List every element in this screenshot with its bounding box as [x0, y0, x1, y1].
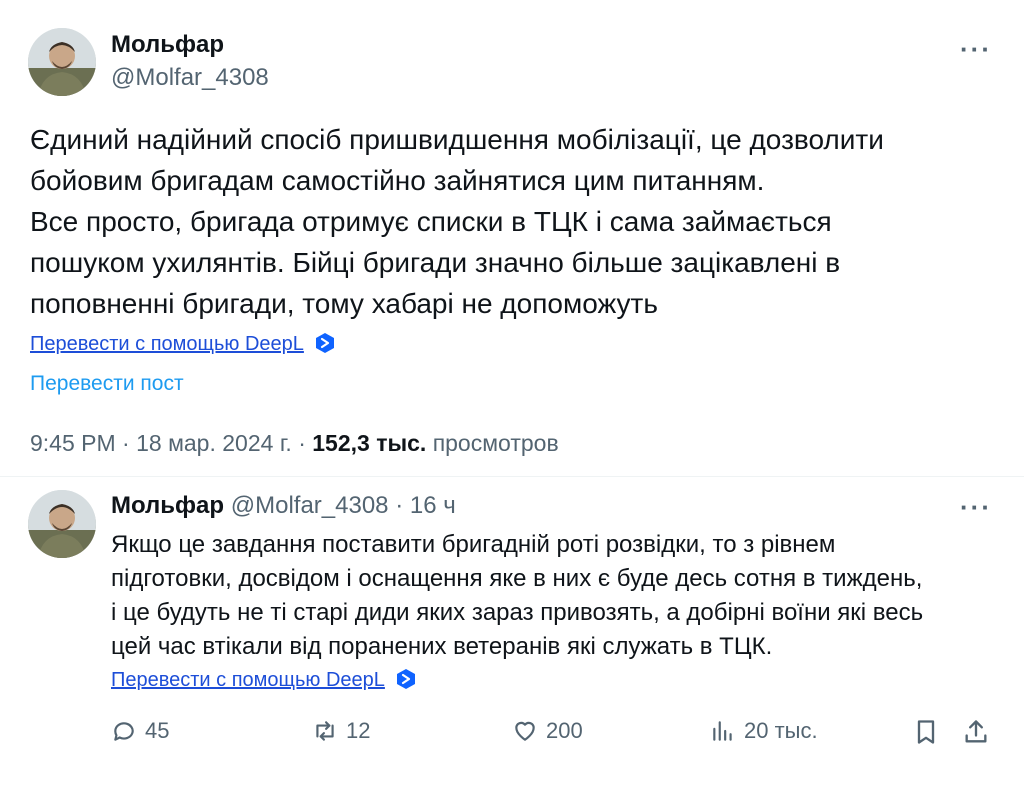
reply-more-icon[interactable]: ··· [960, 492, 992, 523]
like-count: 200 [546, 718, 583, 743]
deepl-translate[interactable]: Перевести с помощью DeepL [30, 332, 336, 356]
author-handle[interactable]: @Molfar_4308 [111, 64, 269, 92]
more-icon[interactable]: ··· [960, 34, 992, 65]
like-button[interactable]: 200 [512, 718, 583, 744]
views-count-reply: 20 тыс. [744, 718, 818, 743]
meta-separator: · [122, 430, 137, 456]
like-icon [515, 721, 535, 741]
post-meta: 9:45 PM · 18 мар. 2024 г. · 152,3 тыс. п… [30, 430, 559, 457]
reply-deepl-translate[interactable]: Перевести с помощью DeepL [111, 668, 417, 692]
reply-count: 45 [145, 718, 170, 743]
bookmark-icon [917, 720, 935, 744]
post-time[interactable]: 9:45 PM [30, 430, 116, 456]
post-text: Єдиний надійний спосіб пришвидшення мобі… [30, 124, 884, 319]
reply-text: Якщо це завдання поставити бригадній рот… [111, 531, 924, 660]
reply-deepl-link[interactable]: Перевести с помощью DeepL [111, 669, 385, 691]
share-button[interactable] [962, 718, 990, 746]
deepl-icon [397, 669, 416, 689]
bookmark-button[interactable] [912, 718, 940, 746]
reply-button[interactable]: 45 [111, 718, 169, 744]
views-button[interactable]: 20 тыс. [710, 718, 818, 744]
reply-header: Мольфар @Molfar_4308 · 16 ч [111, 492, 456, 520]
post-date[interactable]: 18 мар. 2024 г. [136, 430, 292, 456]
share-icon [965, 720, 987, 743]
reply-avatar[interactable] [28, 490, 96, 558]
reply-author-handle[interactable]: @Molfar_4308 [231, 492, 389, 519]
reply-author-name[interactable]: Мольфар [111, 492, 224, 519]
divider [0, 476, 1024, 477]
reply-icon [114, 722, 134, 741]
meta-separator: · [298, 430, 313, 456]
deepl-link[interactable]: Перевести с помощью DeepL [30, 333, 304, 355]
reply-separator: · [395, 492, 410, 519]
views-label: просмотров [432, 430, 559, 456]
repost-count: 12 [346, 718, 371, 743]
repost-icon [316, 721, 334, 741]
avatar[interactable] [28, 28, 96, 96]
repost-button[interactable]: 12 [312, 718, 370, 744]
reply-age[interactable]: 16 ч [410, 492, 456, 519]
author-name[interactable]: Мольфар [111, 31, 224, 59]
translate-post-link[interactable]: Перевести пост [30, 372, 184, 396]
views-count: 152,3 тыс. [312, 430, 427, 456]
views-icon [713, 721, 732, 741]
deepl-icon [316, 333, 335, 353]
